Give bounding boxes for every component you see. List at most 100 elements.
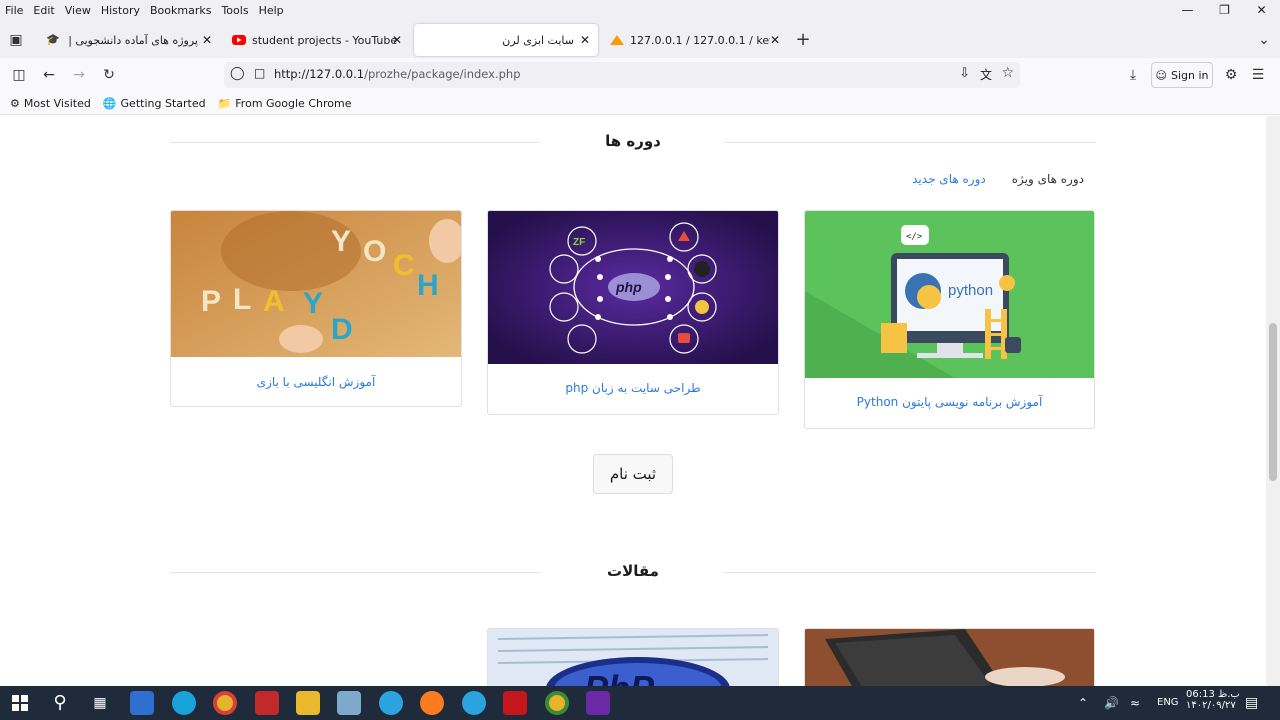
tab-active[interactable]: سایت ابزی لرن ✕ [414, 24, 598, 56]
translate-icon[interactable]: 文 [980, 66, 992, 83]
menu-file[interactable]: File [0, 4, 28, 17]
wifi-icon[interactable]: ≈ [1130, 686, 1140, 720]
svg-text:python: python [948, 282, 993, 299]
maximize-icon[interactable]: ❐ [1206, 0, 1243, 20]
python-course-image: python </> [805, 211, 1094, 378]
clock[interactable]: 06:13 ب.ظ ۱۴۰۲/۰۹/۲۷ [1186, 689, 1240, 711]
bookmark-label: Most Visited [23, 96, 91, 110]
task-view-icon[interactable]: ▦ [88, 691, 112, 715]
course-card-english[interactable]: P L A Y D Y O C H آموزش انگلیسی با بازی [170, 210, 462, 407]
menu-view[interactable]: View [60, 4, 96, 17]
bookmark-label: From Google Chrome [235, 96, 352, 110]
acrobat-icon[interactable] [503, 691, 527, 715]
telegram-icon[interactable] [462, 691, 486, 715]
close-window-icon[interactable]: ✕ [1243, 0, 1280, 20]
language-indicator[interactable]: ENG [1157, 686, 1179, 720]
svg-text:php: php [615, 279, 642, 295]
close-tab-icon[interactable]: ✕ [202, 33, 212, 47]
menu-bookmarks[interactable]: Bookmarks [145, 4, 216, 17]
article-card-laptop[interactable] [804, 628, 1095, 686]
phpstorm-icon[interactable] [586, 691, 610, 715]
tab-projects[interactable]: 🎓 پروژه های آماده دانشجویی | دانلو ✕ [38, 24, 220, 56]
extensions-icon[interactable]: ⚙ [1221, 65, 1241, 85]
chrome-icon[interactable] [213, 691, 237, 715]
menu-tools[interactable]: Tools [216, 4, 253, 17]
gear-icon: ⚙ [10, 96, 20, 110]
svg-text:C: C [393, 249, 415, 282]
url-bar[interactable]: ◯ □ http://127.0.0.1/prozhe/package/inde… [224, 62, 1020, 88]
menu-history[interactable]: History [96, 4, 145, 17]
sidebar-icon[interactable]: ◫ [9, 65, 29, 85]
course-card-php[interactable]: php ZF طراحی سایت به زبان php [487, 210, 779, 415]
course-caption[interactable]: طراحی سایت به زبان php [488, 381, 778, 395]
new-tab-icon[interactable]: + [793, 30, 813, 50]
folder-icon: 📁 [217, 96, 232, 110]
downloads-icon[interactable]: ⤓ [1123, 65, 1143, 85]
bookmark-most-visited[interactable]: ⚙ Most Visited [10, 97, 91, 110]
tab-phpmyadmin[interactable]: 127.0.0.1 / 127.0.0.1 / ketab / tb ✕ [602, 24, 788, 56]
graduation-cap-icon: 🎓 [46, 33, 60, 46]
youtube-icon [232, 33, 246, 47]
save-page-icon[interactable]: ⇩ [959, 66, 970, 81]
bookmark-google-chrome[interactable]: 📁 From Google Chrome [218, 97, 352, 110]
bookmark-star-icon[interactable]: ☆ [1001, 65, 1014, 81]
forward-icon[interactable]: → [69, 65, 89, 85]
url-path: /prozhe/package/index.php [364, 67, 521, 81]
articles-header: مقالات [170, 562, 1096, 582]
course-card-python[interactable]: python </> آموزش برنامه نویسی پایتون Pyt… [804, 210, 1095, 429]
search-icon[interactable]: ⚲ [48, 691, 72, 715]
minimize-icon[interactable]: — [1169, 0, 1206, 20]
menu-help[interactable]: Help [254, 4, 289, 17]
english-course-image: P L A Y D Y O C H [171, 211, 461, 357]
course-caption[interactable]: آموزش برنامه نویسی پایتون Python [805, 395, 1094, 409]
firefox-icon[interactable] [420, 691, 444, 715]
url-text[interactable]: http://127.0.0.1/prozhe/package/index.ph… [274, 67, 521, 81]
tab-youtube[interactable]: student projects - YouTube ✕ [224, 24, 410, 56]
tray-chevron-icon[interactable]: ⌃ [1078, 686, 1088, 720]
bookmark-getting-started[interactable]: 🌐 Getting Started [103, 97, 206, 110]
tab-title: سایت ابزی لرن [502, 33, 574, 47]
menu-edit[interactable]: Edit [28, 4, 59, 17]
tab-title: 127.0.0.1 / 127.0.0.1 / ketab / tb [630, 33, 770, 47]
bookmarks-bar: ⚙ Most Visited 🌐 Getting Started 📁 From Goo… [0, 92, 1280, 115]
svg-text:PhP: PhP [584, 668, 655, 686]
svg-text:D: D [331, 313, 353, 346]
back-icon[interactable]: ← [39, 65, 59, 85]
app-menu-icon[interactable]: ☰ [1248, 65, 1268, 85]
chrome-icon[interactable] [545, 691, 569, 715]
shield-icon[interactable]: ◯ [230, 66, 245, 81]
courses-header: دوره ها [170, 132, 1096, 152]
volume-icon[interactable]: 🔊 [1104, 686, 1119, 720]
sign-in-button[interactable]: ☺ Sign in [1151, 62, 1213, 88]
article-card-php[interactable]: PhP [487, 628, 779, 686]
close-tab-icon[interactable]: ✕ [392, 33, 402, 47]
course-caption[interactable]: آموزش انگلیسی با بازی [171, 375, 461, 389]
notepad-icon[interactable] [337, 691, 361, 715]
chevron-down-icon[interactable]: ⌄ [1254, 30, 1274, 50]
svg-text:O: O [363, 235, 386, 268]
app-icon[interactable] [255, 691, 279, 715]
laptop-article-image [805, 629, 1094, 686]
windows-start-icon[interactable] [8, 691, 32, 715]
tab-title: پروژه های آماده دانشجویی | دانلو [66, 33, 198, 47]
close-tab-icon[interactable]: ✕ [770, 33, 780, 47]
page-scrollbar[interactable] [1266, 116, 1280, 686]
reload-icon[interactable]: ↻ [99, 65, 119, 85]
tab-overview-icon[interactable]: ▣ [6, 30, 26, 50]
filter-new[interactable]: دوره های جدید [912, 172, 986, 186]
notifications-icon[interactable]: ▤ [1245, 686, 1258, 720]
register-button[interactable]: ثبت نام [593, 454, 673, 494]
navigation-bar: ◫ ← → ↻ ◯ □ http://127.0.0.1/prozhe/pack… [0, 58, 1280, 92]
menu-bar: File Edit View History Bookmarks Tools H… [0, 0, 1280, 20]
edge-icon[interactable] [172, 691, 196, 715]
tab-title: student projects - YouTube [252, 33, 398, 47]
php-article-image: PhP [488, 629, 778, 686]
store-icon[interactable] [130, 691, 154, 715]
scrollbar-thumb[interactable] [1269, 323, 1277, 481]
page-content: دوره ها دوره های ویژه دوره های جدید pyth… [0, 116, 1266, 686]
close-tab-icon[interactable]: ✕ [580, 33, 590, 47]
svg-text:</>: </> [906, 232, 923, 242]
telegram-icon[interactable] [379, 691, 403, 715]
file-explorer-icon[interactable] [296, 691, 320, 715]
filter-special[interactable]: دوره های ویژه [1012, 172, 1084, 186]
